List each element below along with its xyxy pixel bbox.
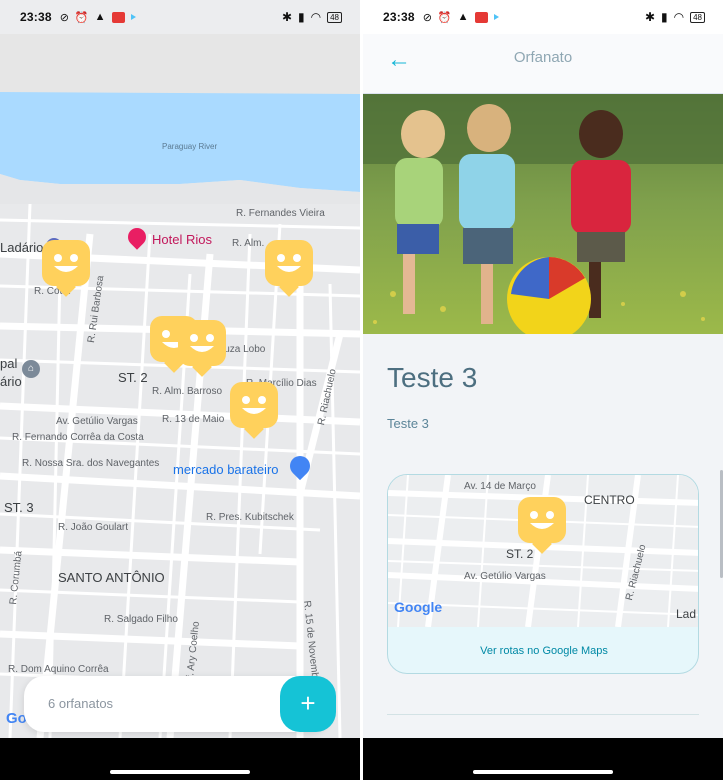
map-label-street: R. Nossa Sra. dos Navegantes (22, 458, 160, 469)
scrollbar[interactable] (720, 470, 723, 578)
bluetooth-icon: ✱ (281, 10, 292, 24)
map-label-street: R. Fernandes Vieira (236, 208, 325, 219)
orphanage-count: 6 orfanatos (48, 696, 114, 711)
status-system-icons: ✱ ▮ ◠ 48 (645, 10, 705, 24)
battery-icon: 48 (690, 11, 705, 23)
orphanage-description: Teste 3 (387, 416, 429, 431)
play-store-icon (130, 14, 136, 20)
app-icon: ▲ (457, 11, 469, 23)
map-label-street: R. Alm. Barroso (152, 386, 223, 397)
map-poi-market[interactable]: mercado barateiro (173, 462, 279, 477)
alarm-icon: ⏰ (437, 11, 452, 24)
map-label-street: R. João Goulart (58, 522, 129, 533)
map-label-sector: ST. 3 (4, 500, 34, 515)
screens: 23:38 ⊘ ⏰ ▲ ✱ ▮ ◠ 48 Paraguay River R. F… (0, 0, 724, 780)
map-label-street: Av. Getúlio Vargas (56, 416, 138, 427)
minimap-label: CENTRO (584, 493, 635, 507)
map-label-street: R. 13 de Maio (162, 414, 225, 425)
smile-icon (530, 511, 554, 529)
orphanage-detail-screen: 23:38 ⊘ ⏰ ▲ ✱ ▮ ◠ 48 ← Orfanato Teste 3 … (363, 0, 723, 780)
system-nav-bar (363, 738, 723, 780)
smile-icon (54, 254, 78, 272)
youtube-icon (111, 11, 125, 23)
map-label-street: R. Salgado Filho (104, 614, 178, 625)
status-bar: 23:38 ⊘ ⏰ ▲ ✱ ▮ ◠ 48 (363, 0, 723, 34)
header-title: Orfanato (513, 49, 573, 66)
google-logo: Google (394, 599, 443, 615)
map-label-street: R. Pres. Kubitschek (206, 512, 294, 523)
youtube-icon (474, 11, 488, 23)
app-header: ← Orfanato (363, 34, 723, 94)
orphanage-marker[interactable] (42, 240, 90, 297)
home-gesture-bar[interactable] (110, 770, 250, 774)
location-minimap[interactable]: Av. 14 de Março CENTRO ST. 2 R. Riachuel… (388, 475, 698, 627)
status-time: 23:38 (383, 10, 415, 24)
orphanage-marker (518, 497, 566, 554)
status-notification-icons: ⊘ ⏰ ▲ (423, 11, 499, 24)
alarm-icon: ⏰ (74, 11, 89, 24)
minimap-label: ST. 2 (506, 547, 534, 561)
dnd-off-icon: ⊘ (59, 11, 69, 24)
map-label-place: ário (0, 374, 22, 389)
orphanage-photo[interactable] (363, 94, 723, 334)
status-system-icons: ✱ ▮ ◠ 48 (282, 10, 342, 24)
orphanage-marker[interactable] (178, 320, 226, 377)
app-icon: ▲ (94, 11, 106, 23)
wifi-icon: ◠ (310, 10, 322, 24)
dnd-off-icon: ⊘ (422, 11, 432, 24)
map-label-place: pal (0, 356, 18, 371)
battery-icon: 48 (327, 11, 342, 23)
map-label-place: Ladário (0, 240, 44, 255)
map-screen: 23:38 ⊘ ⏰ ▲ ✱ ▮ ◠ 48 Paraguay River R. F… (0, 0, 360, 780)
orphanages-map[interactable]: Paraguay River R. Fernandes Vieira R. Al… (0, 34, 360, 738)
minimap-label: Lad (676, 607, 697, 621)
map-label-street: R. Fernando Corrêa da Costa (12, 432, 144, 443)
smile-icon (242, 396, 266, 414)
map-label-river: Paraguay River (162, 142, 218, 151)
orphanage-marker[interactable] (230, 382, 278, 439)
add-orphanage-button[interactable]: + (280, 676, 336, 732)
orphanage-name: Teste 3 (387, 362, 478, 393)
smile-icon (190, 334, 214, 352)
map-label-district: SANTO ANTÔNIO (58, 570, 165, 585)
home-gesture-bar[interactable] (473, 770, 613, 774)
location-map-card: Av. 14 de Março CENTRO ST. 2 R. Riachuel… (387, 474, 699, 674)
play-store-icon (493, 14, 499, 20)
bluetooth-icon: ✱ (644, 10, 655, 24)
wifi-icon: ◠ (673, 10, 685, 24)
minimap-label: Av. Getúlio Vargas (464, 571, 546, 582)
children-playing-image (363, 94, 723, 334)
signal-icon: ▮ (298, 10, 305, 24)
map-poi-hotel[interactable]: Hotel Rios (152, 232, 212, 247)
map-label-sector: ST. 2 (118, 370, 148, 385)
status-time: 23:38 (20, 10, 52, 24)
orphanage-marker[interactable] (265, 240, 313, 297)
section-divider (387, 714, 699, 715)
system-nav-bar (0, 738, 360, 780)
signal-icon: ▮ (661, 10, 668, 24)
map-label-street: R. Alm. (232, 238, 265, 249)
map-label-street: R. Dom Aquino Corrêa (8, 664, 109, 675)
minimap-label: Av. 14 de Março (464, 481, 536, 492)
smile-icon (277, 254, 301, 272)
map-label-street: luza Lobo (222, 344, 266, 355)
museum-pin-icon[interactable]: ⌂ (22, 360, 40, 378)
status-notification-icons: ⊘ ⏰ ▲ (60, 11, 136, 24)
google-maps-routes-link[interactable]: Ver rotas no Google Maps (388, 627, 698, 673)
status-bar: 23:38 ⊘ ⏰ ▲ ✱ ▮ ◠ 48 (0, 0, 360, 34)
